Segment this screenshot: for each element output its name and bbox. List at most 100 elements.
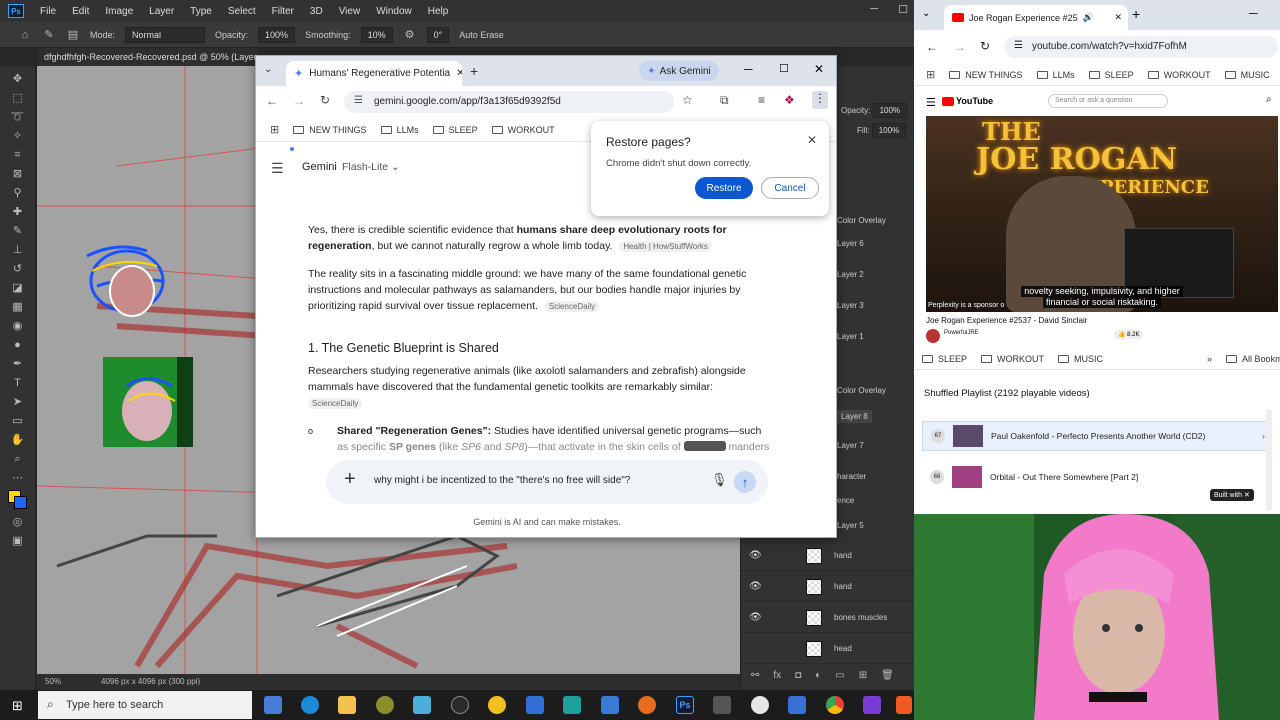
quick-mask-icon[interactable]: ◎	[11, 515, 25, 529]
layer-partial-5[interactable]: Layer 1	[837, 332, 864, 341]
app-icon[interactable]	[413, 696, 431, 714]
hand-tool-icon[interactable]: ✋	[11, 433, 25, 447]
screen-mode-icon[interactable]: ▣	[11, 534, 25, 548]
add-attachment-icon[interactable]: +	[344, 468, 356, 491]
link-layers-icon[interactable]: ⚯	[751, 670, 759, 681]
back-icon[interactable]: ←	[926, 40, 938, 54]
minimize-icon[interactable]: ─	[1249, 6, 1258, 20]
channel-avatar[interactable]	[926, 329, 940, 343]
source-chip[interactable]: Health | HowStuffWorks	[619, 241, 712, 252]
close-window-icon[interactable]: ✕	[814, 62, 824, 76]
eye-icon[interactable]: 👁	[749, 612, 762, 623]
smoothing-field[interactable]: 10%	[360, 26, 393, 43]
back-icon[interactable]: ←	[266, 94, 278, 108]
taskbar-search[interactable]: ⌕ Type here to search	[38, 691, 252, 719]
layer-row[interactable]: 👁 bones muscles	[741, 603, 915, 633]
app-icon[interactable]	[488, 696, 506, 714]
bookmark-music[interactable]: MUSIC	[1224, 70, 1270, 80]
layer-fill-field[interactable]: 100%	[871, 123, 907, 138]
adjustment-icon[interactable]: ◐	[815, 670, 821, 681]
more-bookmarks-icon[interactable]: »	[1207, 354, 1212, 364]
brush-preset-icon[interactable]: ✎	[42, 28, 56, 42]
frame-tool-icon[interactable]: ⊠	[11, 167, 25, 181]
channel-name[interactable]: PowerfulJRE	[944, 330, 979, 336]
tab-list-icon[interactable]: ⌄	[922, 8, 930, 19]
yt-url-bar[interactable]: ☰ youtube.com/watch?v=hxid7FofhM	[1004, 36, 1278, 58]
site-info-icon[interactable]: ☰	[354, 95, 363, 106]
pen-tool-icon[interactable]: ✒	[11, 357, 25, 371]
youtube-tab[interactable]: Joe Rogan Experience #25 🔊 ✕	[944, 5, 1128, 30]
microphone-icon[interactable]: 🎙	[711, 472, 728, 488]
close-tab-icon[interactable]: ✕	[456, 68, 462, 79]
cancel-button[interactable]: Cancel	[761, 177, 819, 199]
star-icon[interactable]: ☆	[682, 93, 693, 107]
bookmark-sleep[interactable]: SLEEP	[1088, 70, 1134, 80]
close-tab-icon[interactable]: ✕	[1114, 12, 1122, 23]
ask-gemini-button[interactable]: ✦ Ask Gemini	[639, 61, 719, 81]
layer-partial-8[interactable]: Layer 7	[837, 441, 864, 450]
home-icon[interactable]: ⌂	[18, 28, 32, 42]
bookmark-llms[interactable]: LLMs	[380, 125, 419, 135]
chrome-icon[interactable]	[826, 696, 844, 714]
zoom-level[interactable]: 50%	[45, 677, 61, 687]
forward-icon[interactable]: →	[954, 40, 966, 54]
firefox-icon[interactable]	[638, 696, 656, 714]
gemini-tab[interactable]: ✦ Humans' Regenerative Potentia ✕	[286, 61, 462, 86]
new-layer-icon[interactable]: ⊞	[859, 670, 867, 681]
zoom-tool-icon[interactable]: ⌕	[11, 452, 25, 466]
app-icon[interactable]	[713, 696, 731, 714]
bookmark-new-things[interactable]: NEW THINGS	[293, 125, 367, 135]
quick-select-icon[interactable]: ✧	[11, 129, 25, 143]
layer-partial-7[interactable]: Layer 8	[837, 410, 872, 423]
bookmark-workout[interactable]: WORKOUT	[1147, 70, 1211, 80]
playlist-item[interactable]: 68 Orbital - Out There Somewhere [Part 2…	[922, 462, 1272, 492]
site-info-icon[interactable]: ☰	[1014, 40, 1023, 51]
layer-row[interactable]: · head	[741, 634, 915, 664]
layer-partial-2[interactable]: Layer 6	[837, 239, 864, 248]
reload-icon[interactable]: ↻	[320, 93, 330, 107]
layer-row[interactable]: 👁 hand	[741, 541, 915, 571]
file-explorer-icon[interactable]	[338, 696, 356, 714]
menu-select[interactable]: Select	[220, 6, 264, 17]
app-icon[interactable]	[751, 696, 769, 714]
apps-grid-icon[interactable]: ⊞	[270, 123, 279, 136]
lasso-tool-icon[interactable]: ➰	[11, 110, 25, 124]
app-icon[interactable]	[451, 696, 469, 714]
group-icon[interactable]: ▭	[835, 670, 844, 681]
eye-icon[interactable]: 👁	[749, 550, 762, 561]
hamburger-menu-icon[interactable]: ☰	[271, 160, 284, 177]
menu-file[interactable]: File	[32, 6, 64, 17]
brush-tool-icon[interactable]: ✎	[11, 224, 25, 238]
minimize-icon[interactable]: ─	[870, 3, 878, 16]
bookmark-llms[interactable]: LLMs	[1036, 70, 1075, 80]
menu-view[interactable]: View	[331, 6, 369, 17]
more-tools-icon[interactable]: ⋯	[11, 471, 25, 485]
eyedropper-icon[interactable]: ⚲	[11, 186, 25, 200]
built-with-badge[interactable]: Built with ✕	[1210, 489, 1254, 501]
menu-help[interactable]: Help	[420, 6, 457, 17]
media-icon[interactable]: ≡	[758, 93, 765, 107]
bookmark-workout[interactable]: WORKOUT	[491, 125, 555, 135]
blur-icon[interactable]: ◉	[11, 319, 25, 333]
app-icon[interactable]	[563, 696, 581, 714]
bookmark-music[interactable]: MUSIC	[1058, 354, 1103, 364]
tab-list-icon[interactable]: ⌄	[264, 64, 272, 75]
history-brush-icon[interactable]: ↺	[11, 262, 25, 276]
move-tool-icon[interactable]: ✥	[11, 72, 25, 86]
dodge-icon[interactable]: ●	[11, 338, 25, 352]
layer-partial-1[interactable]: Color Overlay	[837, 216, 886, 225]
stamp-tool-icon[interactable]: ⊥	[11, 243, 25, 257]
mask-icon[interactable]: ◘	[795, 670, 801, 681]
document-tab[interactable]: dfghdfhfgh-Recovered-Recovered.psd @ 50%…	[38, 48, 258, 66]
maximize-icon[interactable]: ☐	[779, 62, 789, 75]
bookmark-sleep[interactable]: SLEEP	[432, 125, 478, 135]
maximize-icon[interactable]: ☐	[898, 3, 908, 16]
layer-partial-6[interactable]: Color Overlay	[837, 386, 886, 395]
task-view-icon[interactable]	[264, 696, 282, 714]
layer-partial-11[interactable]: Layer 5	[837, 521, 864, 530]
send-icon[interactable]: ↑	[734, 471, 756, 493]
new-tab-icon[interactable]: +	[470, 63, 478, 79]
color-swatches[interactable]	[7, 490, 28, 510]
type-tool-icon[interactable]: T	[11, 376, 25, 390]
app-icon[interactable]	[601, 696, 619, 714]
